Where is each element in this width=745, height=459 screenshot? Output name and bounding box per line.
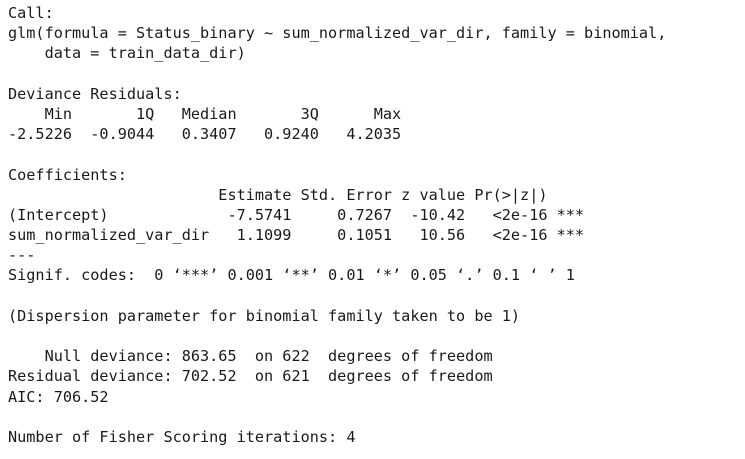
- console-line-coefficients-header: Coefficients:: [8, 165, 127, 184]
- console-line-deviance-residuals-header: Deviance Residuals:: [8, 84, 191, 103]
- console-line-blank: [8, 144, 743, 164]
- console-line-fisher-iterations: Number of Fisher Scoring iterations: 4: [8, 427, 356, 446]
- console-line-null-deviance: Null deviance: 863.65 on 622 degrees of …: [8, 347, 493, 366]
- console-line-dispersion: (Dispersion parameter for binomial famil…: [8, 306, 521, 325]
- console-line-blank: [8, 286, 743, 306]
- console-line-coef-intercept: (Intercept) -7.5741 0.7267 -10.42 <2e-16…: [8, 205, 585, 224]
- console-line-call-data: data = train_data_dir): [8, 44, 246, 63]
- console-line-residuals-columns: Min 1Q Median 3Q Max: [8, 104, 420, 123]
- console-line-signif-codes: Signif. codes: 0 ‘***’ 0.001 ‘**’ 0.01 ‘…: [8, 266, 575, 285]
- console-line-residual-deviance: Residual deviance: 702.52 on 621 degrees…: [8, 367, 493, 386]
- console-line-residuals-values: -2.5226 -0.9044 0.3407 0.9240 4.2035: [8, 125, 420, 144]
- console-line-blank: [8, 326, 743, 346]
- console-line-aic: AIC: 706.52: [8, 387, 109, 406]
- console-line-call-header: Call:: [8, 4, 54, 22]
- console-line-coef-predictor: sum_normalized_var_dir 1.1099 0.1051 10.…: [8, 226, 585, 245]
- console-line-blank: [8, 407, 743, 427]
- console-line-coefficients-columns: Estimate Std. Error z value Pr(>|z|): [8, 185, 585, 204]
- console-line-blank: [8, 64, 743, 84]
- console-line-separator: ---: [8, 246, 36, 265]
- r-console-output[interactable]: Call: glm(formula = Status_binary ~ sum_…: [8, 3, 743, 455]
- console-line-call-formula: glm(formula = Status_binary ~ sum_normal…: [8, 24, 667, 43]
